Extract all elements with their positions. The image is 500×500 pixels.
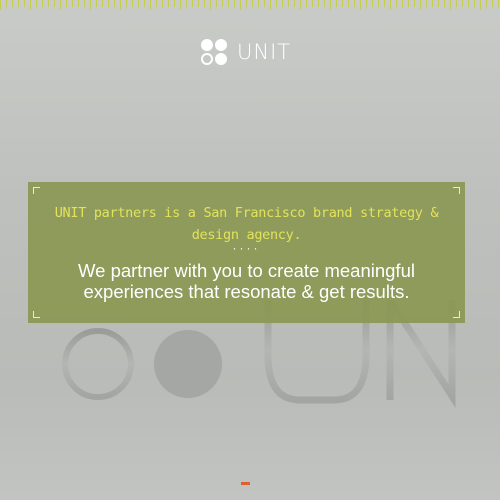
corner-mark-top-left	[33, 187, 40, 194]
hero-separator: ····	[232, 241, 261, 255]
corner-mark-bottom-left	[33, 311, 40, 318]
hero-tagline: UNIT partners is a San Francisco brand s…	[54, 205, 439, 243]
hero-panel: UNIT partners is a San Francisco brand s…	[28, 182, 465, 323]
corner-mark-top-right	[453, 187, 460, 194]
corner-mark-bottom-right	[453, 311, 460, 318]
top-ruler-major-ticks	[0, 0, 500, 10]
logo-text: UNIT	[237, 40, 292, 64]
watermark-ring	[62, 328, 134, 400]
watermark-dot	[154, 330, 222, 398]
scroll-indicator[interactable]	[241, 482, 250, 485]
unit-logo-link[interactable]: UNIT	[199, 38, 291, 66]
four-dots-logo-icon	[199, 38, 231, 66]
hero-statement: We partner with you to create meaningful…	[78, 260, 415, 302]
